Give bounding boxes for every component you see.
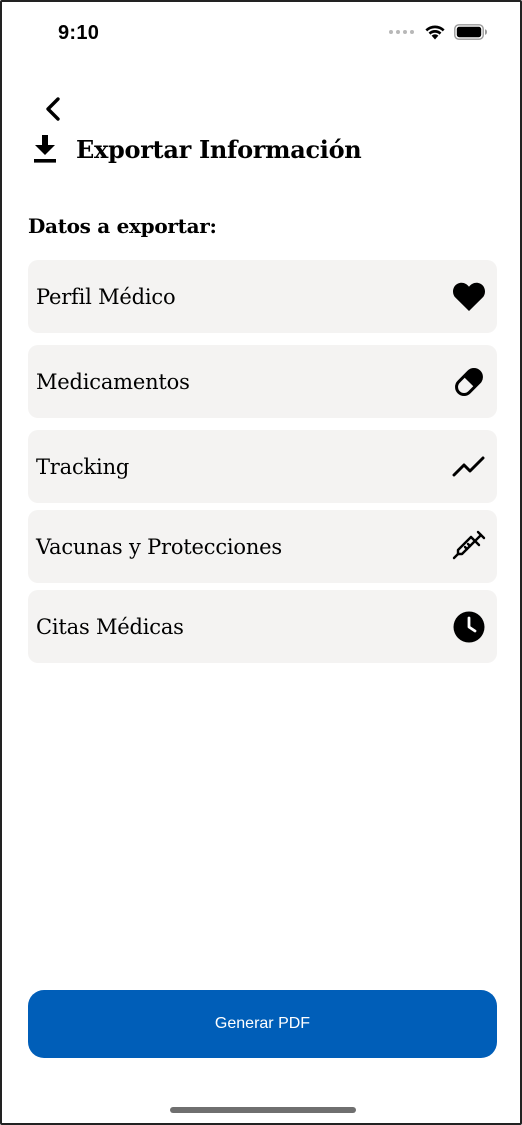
export-item-perfil-medico[interactable]: Perfil Médico	[28, 260, 497, 333]
item-label: Perfil Médico	[36, 284, 176, 309]
back-button[interactable]	[36, 92, 70, 126]
pill-icon	[451, 364, 487, 400]
status-time: 9:10	[58, 22, 100, 44]
item-label: Tracking	[36, 454, 130, 479]
syringe-icon	[451, 529, 487, 565]
section-label: Datos a exportar:	[28, 214, 217, 238]
export-item-tracking[interactable]: Tracking	[28, 430, 497, 503]
heart-icon	[451, 279, 487, 315]
chevron-left-icon	[46, 97, 60, 121]
clock-icon	[451, 609, 487, 645]
wifi-icon	[425, 25, 445, 40]
item-label: Citas Médicas	[36, 614, 184, 639]
generate-pdf-button[interactable]: Generar PDF	[28, 990, 497, 1058]
page-header: Exportar Información	[32, 134, 362, 164]
signal-dots-icon	[389, 30, 414, 34]
item-label: Medicamentos	[36, 369, 190, 394]
export-item-citas-medicas[interactable]: Citas Médicas	[28, 590, 497, 663]
status-icons	[389, 24, 488, 40]
export-item-vacunas[interactable]: Vacunas y Protecciones	[28, 510, 497, 583]
home-indicator	[170, 1107, 356, 1113]
app-screen: 9:10 Exportar Información Datos a export…	[0, 0, 522, 1125]
export-item-medicamentos[interactable]: Medicamentos	[28, 345, 497, 418]
page-title: Exportar Información	[76, 134, 362, 164]
download-icon	[34, 135, 56, 163]
trend-line-icon	[451, 449, 487, 485]
battery-icon	[454, 24, 487, 40]
status-bar: 9:10	[2, 2, 520, 62]
item-label: Vacunas y Protecciones	[36, 534, 282, 559]
